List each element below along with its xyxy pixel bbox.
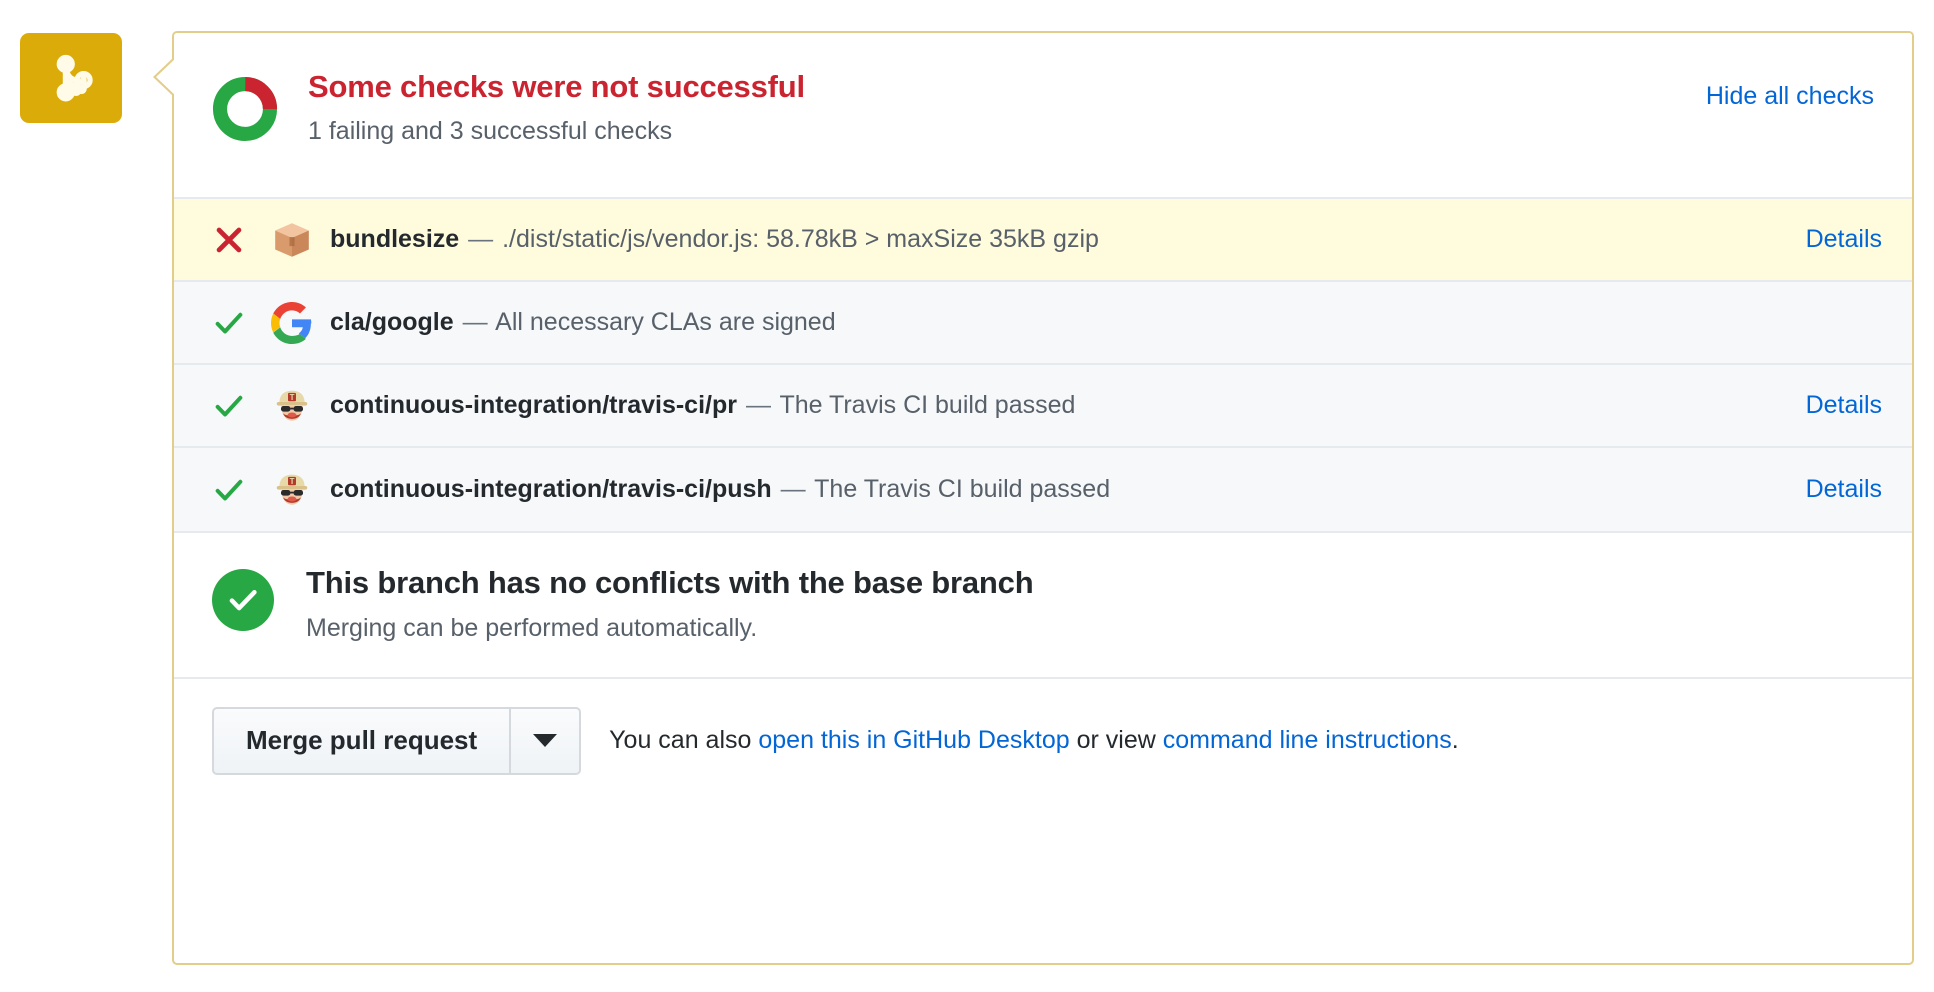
merge-pull-request-button[interactable]: Merge pull request — [212, 706, 510, 775]
table-row[interactable]: T continuous-integration/travis-ci/pr — … — [174, 365, 1912, 448]
merge-footer: Merge pull request You can also open thi… — [174, 678, 1912, 803]
svg-text:T: T — [290, 477, 295, 486]
merge-conflict-status: This branch has no conflicts with the ba… — [174, 531, 1912, 679]
table-row[interactable]: T continuous-integration/travis-ci/push … — [174, 448, 1912, 531]
chevron-down-icon — [533, 734, 558, 748]
check-icon — [212, 306, 264, 340]
command-line-instructions-link[interactable]: command line instructions — [1163, 726, 1452, 754]
check-name: cla/google — [330, 307, 454, 336]
footer-note-middle: or view — [1069, 726, 1163, 755]
travis-ci-logo-icon: T — [264, 469, 320, 511]
check-description: The Travis CI build passed — [779, 390, 1076, 419]
check-row-text: bundlesize — ./dist/static/js/vendor.js:… — [330, 224, 1786, 255]
footer-note-suffix: . — [1451, 726, 1459, 755]
callout-arrow — [153, 57, 177, 97]
details-link[interactable]: Details — [1806, 475, 1882, 504]
conflict-title: This branch has no conflicts with the ba… — [306, 565, 1034, 600]
check-dash: — — [462, 307, 488, 336]
check-circle-icon — [212, 569, 274, 631]
checks-status-header: Some checks were not successful 1 failin… — [174, 33, 1912, 199]
check-name: continuous-integration/travis-ci/push — [330, 474, 772, 503]
check-name: continuous-integration/travis-ci/pr — [330, 390, 737, 419]
table-row[interactable]: cla/google — All necessary CLAs are sign… — [174, 282, 1912, 365]
check-name: bundlesize — [330, 224, 460, 253]
check-icon — [212, 473, 264, 507]
check-dash: — — [468, 224, 494, 253]
details-link[interactable]: Details — [1806, 225, 1882, 254]
x-icon — [212, 223, 264, 257]
merge-status-panel: Some checks were not successful 1 failin… — [172, 31, 1914, 965]
checks-list: bundlesize — ./dist/static/js/vendor.js:… — [174, 199, 1912, 531]
table-row[interactable]: bundlesize — ./dist/static/js/vendor.js:… — [174, 199, 1912, 282]
merge-footer-note: You can also open this in GitHub Desktop… — [609, 725, 1459, 756]
details-link[interactable]: Details — [1806, 391, 1882, 420]
check-dash: — — [780, 474, 806, 503]
git-merge-icon — [46, 50, 96, 106]
checks-summary: 1 failing and 3 successful checks — [308, 116, 673, 145]
page-title: Some checks were not successful — [308, 69, 805, 104]
package-emoji-icon — [264, 219, 320, 261]
check-row-text: continuous-integration/travis-ci/pr — Th… — [330, 390, 1786, 421]
check-dash: — — [745, 390, 771, 419]
travis-ci-logo-icon: T — [264, 385, 320, 427]
pull-request-merge-box: Some checks were not successful 1 failin… — [0, 0, 1934, 992]
checks-donut-chart — [212, 76, 278, 142]
check-row-text: cla/google — All necessary CLAs are sign… — [330, 307, 1881, 338]
google-logo-icon — [264, 301, 320, 344]
footer-note-prefix: You can also — [609, 726, 759, 755]
check-description: The Travis CI build passed — [814, 474, 1111, 503]
git-merge-badge — [20, 33, 122, 123]
svg-text:T: T — [290, 393, 295, 402]
hide-all-checks-link[interactable]: Hide all checks — [1706, 82, 1874, 111]
conflict-subtitle: Merging can be performed automatically. — [306, 613, 758, 642]
check-icon — [212, 389, 264, 423]
merge-options-dropdown-button[interactable] — [509, 706, 582, 775]
open-in-github-desktop-link[interactable]: open this in GitHub Desktop — [758, 726, 1069, 754]
check-description: All necessary CLAs are signed — [495, 307, 836, 336]
check-row-text: continuous-integration/travis-ci/push — … — [330, 474, 1786, 505]
check-description: ./dist/static/js/vendor.js: 58.78kB > ma… — [502, 224, 1099, 253]
merge-button-group: Merge pull request — [212, 706, 582, 775]
